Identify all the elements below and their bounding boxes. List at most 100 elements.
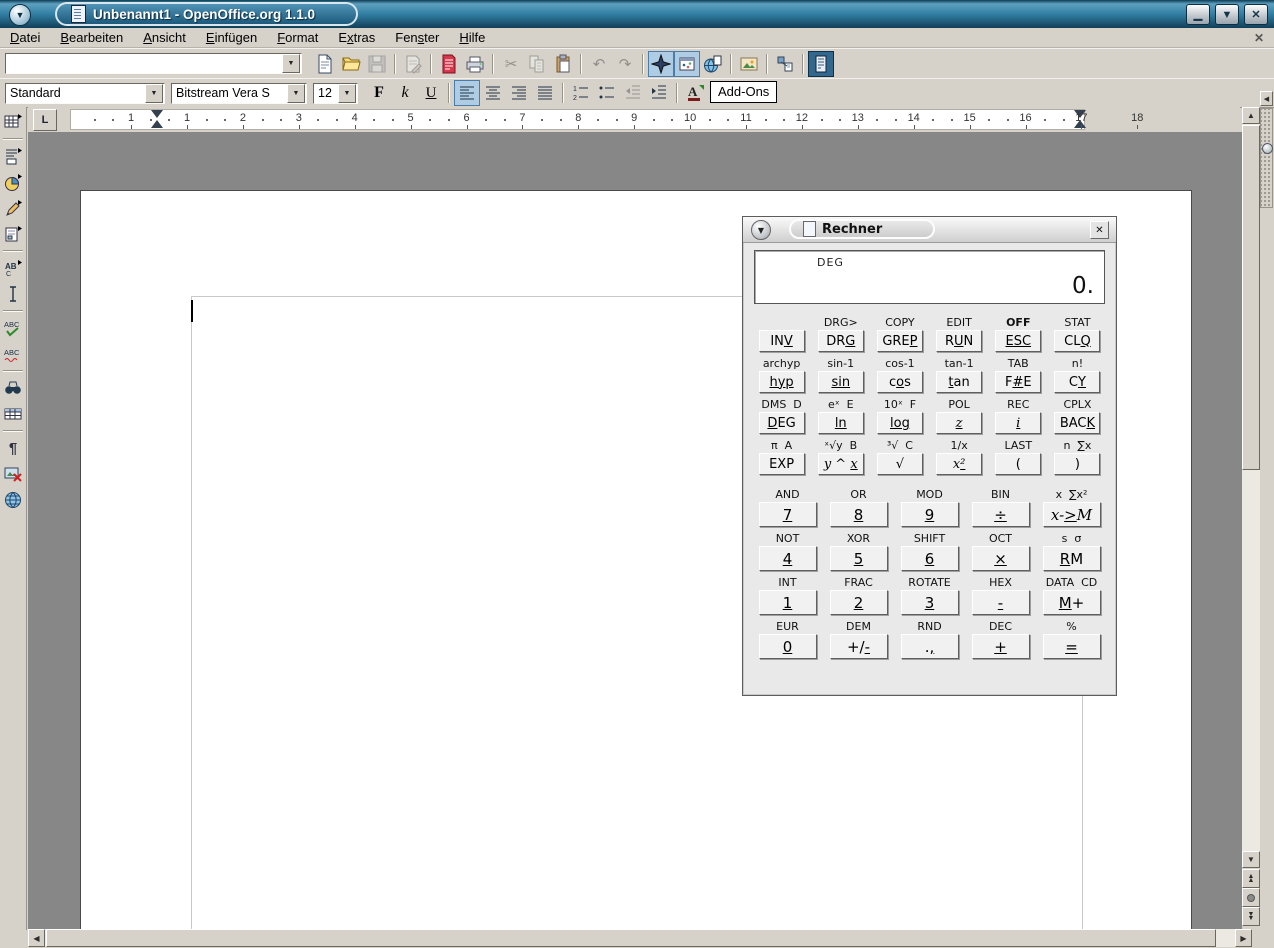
calculator-button[interactable]: 9 — [901, 502, 959, 527]
print-button[interactable] — [462, 51, 488, 77]
graphics-onoff-button[interactable] — [0, 461, 26, 487]
menu-hilfe[interactable]: Hilfe — [449, 30, 495, 45]
navigation-dot-button[interactable] — [1242, 888, 1260, 907]
calculator-button[interactable]: ., — [901, 634, 959, 659]
calculator-button[interactable]: GREP — [877, 330, 923, 352]
calculator-button[interactable]: 1 — [759, 590, 817, 615]
calculator-button[interactable]: - — [972, 590, 1030, 615]
calculator-button[interactable]: i — [995, 412, 1041, 434]
undo-button[interactable]: ↶ — [586, 51, 612, 77]
calculator-button[interactable]: 4 — [759, 546, 817, 571]
toolbar-overflow-button[interactable]: ◀ — [1260, 91, 1273, 106]
menu-fenster[interactable]: Fenster — [385, 30, 449, 45]
online-layout-button[interactable] — [0, 487, 26, 513]
find-replace-button[interactable] — [0, 375, 26, 401]
calculator-button[interactable]: × — [972, 546, 1030, 571]
calculator-window-menu-button[interactable]: ▼ — [751, 220, 771, 240]
calculator-button[interactable]: F#E — [995, 371, 1041, 393]
redo-button[interactable]: ↷ — [612, 51, 638, 77]
bullet-list-button[interactable] — [594, 80, 620, 106]
calculator-button[interactable]: RUN — [936, 330, 982, 352]
vertical-scrollbar[interactable]: ▲ ▼ — [1242, 107, 1260, 868]
font-combo-arrow-icon[interactable]: ▼ — [287, 84, 305, 103]
menu-extras[interactable]: Extras — [328, 30, 385, 45]
macro-button[interactable] — [772, 51, 798, 77]
calculator-button[interactable]: 0 — [759, 634, 817, 659]
calculator-button[interactable]: x->M — [1043, 502, 1101, 527]
horizontal-scrollbar[interactable]: ◀ ▶ — [28, 929, 1252, 947]
calculator-button[interactable]: ( — [995, 453, 1041, 475]
menu-bearbeiten[interactable]: Bearbeiten — [50, 30, 133, 45]
calculator-button[interactable]: CLQ — [1054, 330, 1100, 352]
calculator-button[interactable]: cos — [877, 371, 923, 393]
form-functions-button[interactable] — [0, 221, 26, 247]
calculator-close-button[interactable]: ✕ — [1090, 221, 1109, 239]
calculator-button[interactable]: 6 — [901, 546, 959, 571]
url-combo[interactable]: ▼ — [5, 53, 302, 74]
bold-button[interactable]: F — [366, 80, 392, 106]
font-combo[interactable]: Bitstream Vera S ▼ — [171, 83, 307, 104]
align-left-button[interactable] — [454, 80, 480, 106]
calculator-button[interactable]: RM — [1043, 546, 1101, 571]
docked-toolbar-strip[interactable] — [1260, 108, 1273, 208]
calculator-button[interactable]: DRG — [818, 330, 864, 352]
calculator-button[interactable]: = — [1043, 634, 1101, 659]
previous-page-button[interactable]: ▲▲ — [1242, 869, 1260, 888]
direct-cursor-button[interactable] — [0, 281, 26, 307]
calculator-button[interactable]: z — [936, 412, 982, 434]
menu-einfuegen[interactable]: Einfügen — [196, 30, 267, 45]
document-close-icon[interactable]: ✕ — [1254, 31, 1264, 45]
vertical-scrollbar-thumb[interactable] — [1242, 125, 1260, 470]
fontsize-combo[interactable]: 12 ▼ — [313, 83, 358, 104]
menu-ansicht[interactable]: Ansicht — [133, 30, 196, 45]
stylist-button[interactable] — [674, 51, 700, 77]
horizontal-scrollbar-thumb[interactable] — [46, 929, 1216, 947]
url-combo-arrow-icon[interactable]: ▼ — [282, 54, 300, 73]
calculator-button[interactable]: M+ — [1043, 590, 1101, 615]
increase-indent-button[interactable] — [646, 80, 672, 106]
export-pdf-button[interactable] — [436, 51, 462, 77]
insert-table-button[interactable] — [0, 109, 26, 135]
scroll-down-button[interactable]: ▼ — [1242, 851, 1260, 868]
calculator-button[interactable]: log — [877, 412, 923, 434]
menu-format[interactable]: Format — [267, 30, 328, 45]
data-sources-button[interactable] — [0, 401, 26, 427]
copy-button[interactable] — [524, 51, 550, 77]
calculator-button[interactable]: BACK — [1054, 412, 1100, 434]
calculator-button[interactable]: x² — [936, 453, 982, 475]
calculator-button[interactable]: 3 — [901, 590, 959, 615]
style-combo-arrow-icon[interactable]: ▼ — [145, 84, 163, 103]
spellcheck-button[interactable]: ABC — [0, 315, 26, 341]
calculator-button[interactable]: ln — [818, 412, 864, 434]
insert-objects-button[interactable] — [0, 169, 26, 195]
close-button[interactable]: ✕ — [1244, 4, 1268, 25]
insert-fields-button[interactable] — [0, 143, 26, 169]
italic-button[interactable]: k — [392, 80, 418, 106]
scroll-left-button[interactable]: ◀ — [28, 929, 45, 947]
open-button[interactable] — [338, 51, 364, 77]
calculator-titlebar[interactable]: ▼ Rechner ✕ — [743, 217, 1116, 243]
decrease-indent-button[interactable] — [620, 80, 646, 106]
calculator-button[interactable]: 7 — [759, 502, 817, 527]
style-combo[interactable]: Standard ▼ — [5, 83, 165, 104]
minimize-button[interactable]: ▁ — [1186, 4, 1210, 25]
calculator-button[interactable]: ESC — [995, 330, 1041, 352]
draw-functions-button[interactable] — [0, 195, 26, 221]
addons-button[interactable] — [808, 51, 834, 77]
calculator-button[interactable]: hyp — [759, 371, 805, 393]
scroll-up-button[interactable]: ▲ — [1242, 107, 1260, 124]
save-button[interactable] — [364, 51, 390, 77]
maximize-button[interactable]: ▼ — [1215, 4, 1239, 25]
paste-button[interactable] — [550, 51, 576, 77]
calculator-button[interactable]: CY — [1054, 371, 1100, 393]
calculator-button[interactable]: + — [972, 634, 1030, 659]
font-color-button[interactable]: A — [682, 80, 708, 106]
navigator-button[interactable] — [648, 51, 674, 77]
autospellcheck-button[interactable]: ABC — [0, 341, 26, 367]
tab-type-selector[interactable]: L — [33, 109, 57, 131]
underline-button[interactable]: U — [418, 80, 444, 106]
calculator-button[interactable]: ) — [1054, 453, 1100, 475]
calculator-button[interactable]: y ^ x — [818, 453, 864, 475]
calculator-button[interactable]: +/- — [830, 634, 888, 659]
calculator-button[interactable]: ÷ — [972, 502, 1030, 527]
